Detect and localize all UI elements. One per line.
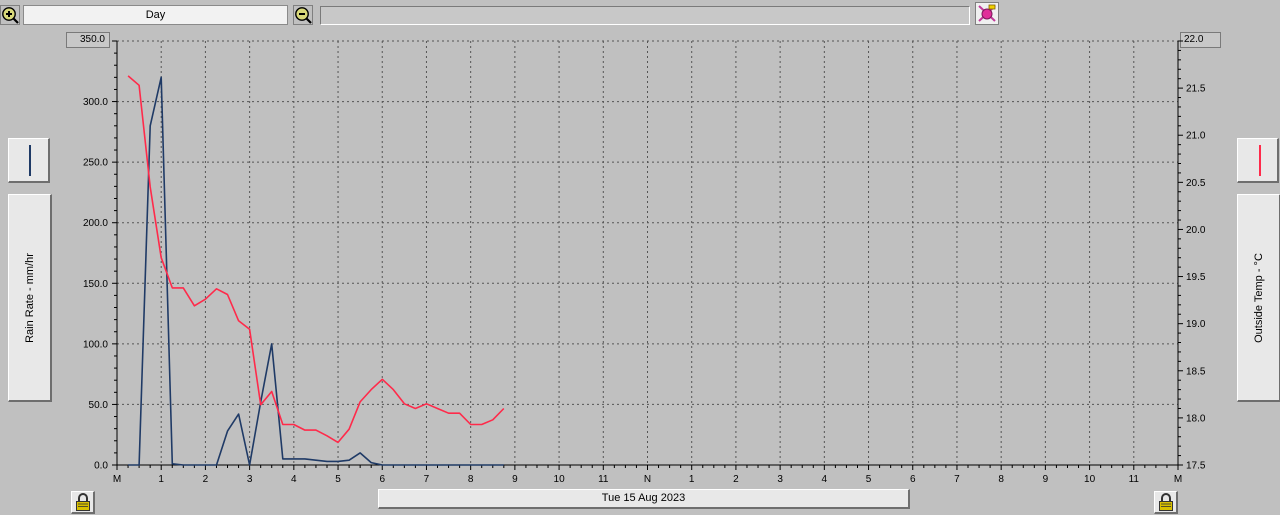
x-axis-tick-label: 8	[468, 474, 474, 485]
right-axis-tick-label: 18.5	[1186, 366, 1206, 377]
date-label[interactable]: Tue 15 Aug 2023	[378, 489, 910, 509]
x-axis-tick-label: 9	[1043, 474, 1049, 485]
x-axis-tick-label: 11	[598, 474, 609, 485]
x-axis-tick-label: 3	[247, 474, 253, 485]
x-axis-tick-label: 6	[910, 474, 916, 485]
x-axis-tick-label: 10	[554, 474, 566, 485]
right-axis-tick-label: 20.0	[1186, 225, 1206, 236]
x-axis-tick-label: 5	[335, 474, 341, 485]
x-axis-tick-label: 1	[689, 474, 695, 485]
right-axis-tick-label: 17.5	[1186, 461, 1206, 472]
left-axis-tick-label: 50.0	[89, 400, 109, 411]
left-axis-tick-label: 0.0	[94, 461, 108, 472]
x-axis-tick-label: 10	[1084, 474, 1096, 485]
left-axis-tick-label: 100.0	[83, 339, 108, 350]
right-axis-tick-label: 21.5	[1186, 84, 1206, 95]
x-axis-tick-label: 5	[866, 474, 872, 485]
chart-area: 0.0 50.0 100.0 150.0 200.0 250.0 300.0 17.5 18.0…	[83, 40, 1206, 485]
x-axis-tick-label: M	[113, 474, 121, 485]
x-axis-tick-label: 1	[158, 474, 164, 485]
padlock-icon	[1159, 493, 1173, 511]
right-axis-tick-label: 19.5	[1186, 272, 1206, 283]
x-axis-tick-label: 2	[203, 474, 209, 485]
x-axis-tick-label: 6	[379, 474, 385, 485]
x-axis-tick-label: 11	[1129, 474, 1140, 485]
x-axis-tick-label: 8	[998, 474, 1004, 485]
x-axis-tick-label: 2	[733, 474, 739, 485]
right-axis-tick-label: 21.0	[1186, 131, 1206, 142]
right-lock-button[interactable]	[1154, 491, 1178, 514]
x-axis-tick-label: 9	[512, 474, 518, 485]
left-lock-button[interactable]	[71, 491, 95, 514]
left-axis-tick-label: 200.0	[83, 218, 108, 229]
left-axis-tick-label: 250.0	[83, 158, 108, 169]
left-axis-tick-label: 300.0	[83, 97, 108, 108]
right-axis-tick-label: 18.0	[1186, 413, 1206, 424]
x-axis-tick-label: 4	[822, 474, 828, 485]
right-axis-tick-label: 19.0	[1186, 319, 1206, 330]
x-axis-tick-label: M	[1174, 474, 1182, 485]
x-axis-tick-label: 7	[424, 474, 430, 485]
x-axis-tick-label: N	[644, 474, 651, 485]
right-axis-tick-label: 20.5	[1186, 178, 1206, 189]
padlock-icon	[76, 493, 90, 511]
left-axis-tick-label: 150.0	[83, 279, 108, 290]
x-axis-tick-label: 3	[777, 474, 783, 485]
x-axis-tick-label: 4	[291, 474, 297, 485]
x-axis-tick-label: 7	[954, 474, 960, 485]
